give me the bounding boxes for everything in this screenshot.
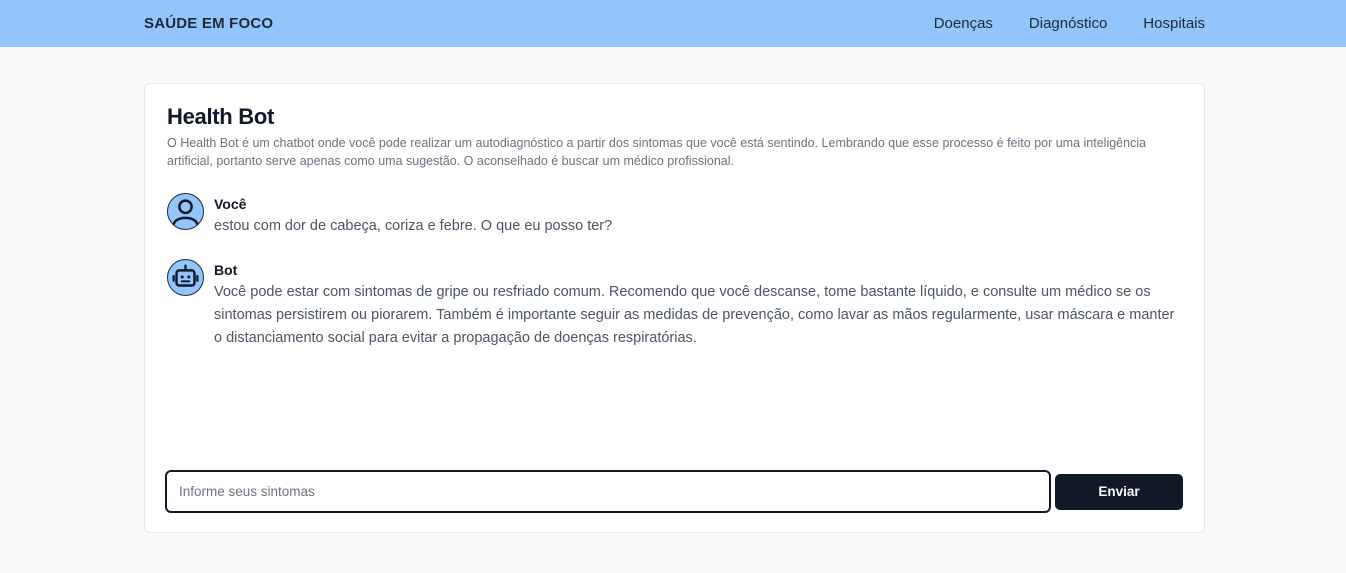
chat-card: Health Bot O Health Bot é um chatbot ond…: [144, 83, 1205, 533]
message-text: Você pode estar com sintomas de gripe ou…: [214, 284, 1175, 346]
message-text: estou com dor de cabeça, coriza e febre.…: [214, 218, 613, 234]
nav-link-diagnostico[interactable]: Diagnóstico: [1029, 15, 1107, 32]
page-description: O Health Bot é um chatbot onde você pode…: [167, 136, 1147, 168]
page-title: Health Bot: [167, 104, 275, 129]
nav-links: Doenças Diagnóstico Hospitais: [934, 15, 1205, 32]
user-avatar: [167, 193, 204, 230]
message-list: Você estou com dor de cabeça, coriza e f…: [167, 193, 1182, 350]
send-button[interactable]: Enviar: [1055, 473, 1183, 510]
message-sender: Você: [214, 196, 247, 212]
symptoms-input[interactable]: [165, 470, 1051, 513]
user-icon: [172, 199, 199, 226]
brand-logo[interactable]: SAÚDE EM FOCO: [144, 15, 273, 32]
robot-icon: [172, 264, 199, 287]
chat-input-row: Enviar: [165, 470, 1183, 513]
nav-link-doencas[interactable]: Doenças: [934, 15, 993, 32]
nav-link-hospitais[interactable]: Hospitais: [1143, 15, 1205, 32]
chat-message-bot: Bot Você pode estar com sintomas de grip…: [167, 259, 1182, 350]
message-body: Bot Você pode estar com sintomas de grip…: [214, 259, 1184, 350]
message-body: Você estou com dor de cabeça, coriza e f…: [214, 193, 1184, 238]
bot-avatar: [167, 259, 204, 296]
top-navbar: SAÚDE EM FOCO Doenças Diagnóstico Hospit…: [0, 0, 1346, 47]
message-sender: Bot: [214, 262, 238, 278]
chat-message-user: Você estou com dor de cabeça, coriza e f…: [167, 193, 1182, 238]
